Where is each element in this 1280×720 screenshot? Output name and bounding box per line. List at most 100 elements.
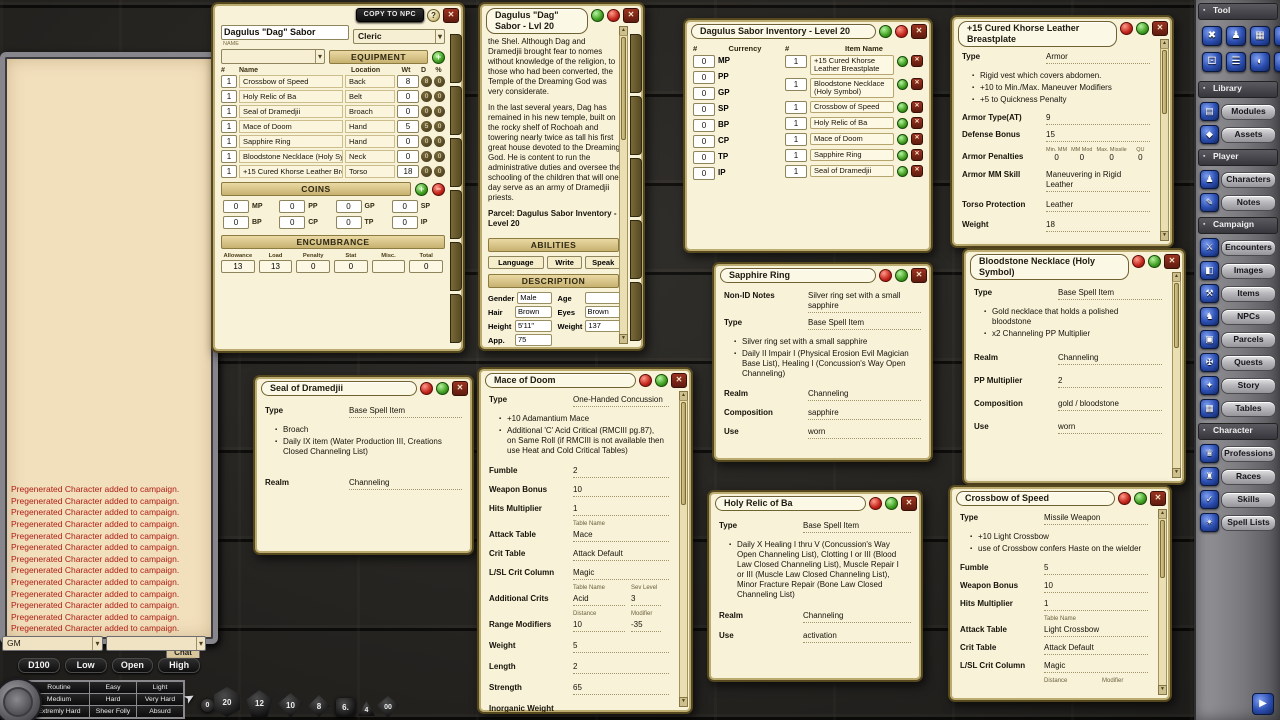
tool-icon[interactable]: ☰ [1226, 52, 1246, 72]
add-equipment-icon[interactable] [432, 51, 445, 64]
field-value[interactable]: 10 [1044, 581, 1148, 593]
tool-icon[interactable]: ◐ [1250, 52, 1270, 72]
tool-icon[interactable]: ✚ [1274, 52, 1280, 72]
additional-crit-table[interactable]: Acid [573, 594, 625, 606]
sidebar-item[interactable]: ✦ Story [1196, 374, 1280, 397]
sidebar-item[interactable]: ♟ Characters [1196, 168, 1280, 191]
green-orb-button[interactable] [436, 382, 449, 395]
difficulty-button[interactable]: Easy [90, 682, 136, 693]
parcel-link[interactable]: Parcel: Dagulus Sabor Inventory - Level … [488, 209, 621, 229]
equipment-row[interactable]: 1 +15 Cured Khorse Leather Breastplate T… [213, 164, 453, 179]
red-orb-button[interactable] [879, 269, 892, 282]
parcel-item-row[interactable]: 1 Bloodstone Necklace (Holy Symbol) [785, 78, 923, 98]
item-quantity[interactable]: 1 [221, 105, 237, 118]
scroll-thumb[interactable] [621, 37, 626, 140]
sidebar-item-icon[interactable]: ◧ [1200, 261, 1219, 280]
penalty-value[interactable]: 0 [1046, 153, 1067, 162]
sidebar-item-icon[interactable]: ✦ [1200, 376, 1219, 395]
field-value[interactable]: 9 [1046, 113, 1150, 125]
sidebar-item-icon[interactable]: ♞ [1200, 307, 1219, 326]
coin-value[interactable]: 0 [392, 200, 418, 213]
close-icon[interactable] [623, 8, 639, 23]
item-quantity[interactable]: 1 [785, 165, 807, 178]
parcel-item-row[interactable]: 1 Crossbow of Speed [785, 101, 923, 114]
sidebar-item-label[interactable]: Encounters [1221, 240, 1276, 256]
sidebar-item-label[interactable]: Quests [1221, 355, 1276, 371]
item-quantity[interactable]: 1 [221, 120, 237, 133]
delete-item-icon[interactable] [911, 55, 923, 67]
close-icon[interactable] [911, 24, 927, 39]
sidebar-item-label[interactable]: Items [1221, 286, 1276, 302]
coin-value[interactable]: 0 [336, 200, 362, 213]
field-value[interactable]: One-Handed Concussion [573, 395, 669, 407]
sidebar-item[interactable]: ▣ Parcels [1196, 328, 1280, 351]
field-value[interactable]: Channeling [808, 389, 921, 401]
close-icon[interactable] [911, 268, 927, 283]
d4-die[interactable]: 4 [358, 701, 375, 716]
encumbrance-value[interactable]: 13 [259, 260, 293, 273]
difficulty-button[interactable]: Very Hard [137, 694, 183, 705]
npc-tab[interactable] [630, 96, 642, 155]
green-orb-button[interactable] [879, 25, 892, 38]
field-value[interactable]: 1 [573, 504, 669, 516]
item-quantity[interactable]: 1 [785, 149, 807, 162]
item-location[interactable]: Hand [345, 135, 395, 148]
sheet-tab[interactable] [450, 86, 462, 135]
sidebar-item-icon[interactable]: ⚒ [1200, 284, 1219, 303]
field-value[interactable]: Light Crossbow [1044, 625, 1148, 637]
item-location[interactable]: Torso [345, 165, 395, 178]
encumbrance-value[interactable]: 13 [221, 260, 255, 273]
item-location[interactable]: Neck [345, 150, 395, 163]
ability-write[interactable]: Write [547, 256, 583, 269]
delete-item-icon[interactable] [911, 133, 923, 145]
green-orb-button[interactable] [895, 269, 908, 282]
identify-icon[interactable] [897, 150, 908, 161]
field-value[interactable]: 10 [573, 485, 669, 497]
sidebar-header-tool[interactable]: Tool [1198, 3, 1278, 20]
sidebar-header-library[interactable]: Library [1198, 81, 1278, 98]
close-icon[interactable] [671, 373, 687, 388]
equipment-row[interactable]: 1 Seal of Dramedjii Broach 0 0 0 [213, 104, 453, 119]
d20-die[interactable]: 20 [212, 687, 242, 717]
item-name[interactable]: Crossbow of Speed [239, 75, 343, 88]
sheet-tab[interactable] [450, 294, 462, 343]
sidebar-item-icon[interactable]: ✠ [1200, 353, 1219, 372]
scroll-down-icon[interactable]: ▼ [1158, 685, 1167, 695]
npc-tab[interactable] [630, 158, 642, 217]
penalty-value[interactable]: 0 [1071, 153, 1092, 162]
roll-button[interactable]: D100 [18, 658, 60, 673]
field-value[interactable]: 65 [573, 683, 669, 695]
sidebar-item[interactable]: ▦ Tables [1196, 397, 1280, 420]
green-orb-button[interactable] [655, 374, 668, 387]
red-orb-button[interactable] [895, 25, 908, 38]
close-icon[interactable] [452, 381, 468, 396]
green-orb-button[interactable] [885, 497, 898, 510]
item-weight[interactable]: 0 [397, 105, 419, 118]
parcel-item-row[interactable]: 1 +15 Cured Khorse Leather Breastplate [785, 55, 923, 75]
item-weight[interactable]: 0 [397, 90, 419, 103]
sidebar-item-icon[interactable]: ⚔ [1200, 238, 1219, 257]
roll-button[interactable]: Low [65, 658, 107, 673]
identify-icon[interactable] [897, 166, 908, 177]
scroll-track[interactable] [1160, 48, 1169, 232]
sidebar-item[interactable]: ✴ Spell Lists [1196, 511, 1280, 534]
currency-amount[interactable]: 0 [693, 87, 715, 100]
scroll-down-icon[interactable]: ▼ [1172, 468, 1181, 478]
language-select[interactable] [106, 636, 207, 651]
equipment-row[interactable]: 1 Crossbow of Speed Back 8 8 0 [213, 74, 453, 89]
item-quantity[interactable]: 1 [221, 150, 237, 163]
close-icon[interactable] [1152, 21, 1168, 36]
close-icon[interactable] [901, 496, 917, 511]
sidebar-item[interactable]: ◧ Images [1196, 259, 1280, 282]
currency-amount[interactable]: 0 [693, 167, 715, 180]
scroll-down-icon[interactable]: ▼ [1160, 231, 1169, 241]
item-quantity[interactable]: 1 [221, 75, 237, 88]
sidebar-item-label[interactable]: Images [1221, 263, 1276, 279]
window-title[interactable]: Holy Relic of Ba [715, 496, 866, 511]
field-value[interactable]: Channeling [803, 611, 911, 623]
sidebar-item-icon[interactable]: ✴ [1200, 513, 1219, 532]
green-orb-button[interactable] [1148, 255, 1161, 268]
sidebar-item-label[interactable]: Modules [1221, 104, 1276, 120]
close-icon[interactable] [1164, 254, 1180, 269]
window-title[interactable]: Mace of Doom [485, 373, 636, 388]
